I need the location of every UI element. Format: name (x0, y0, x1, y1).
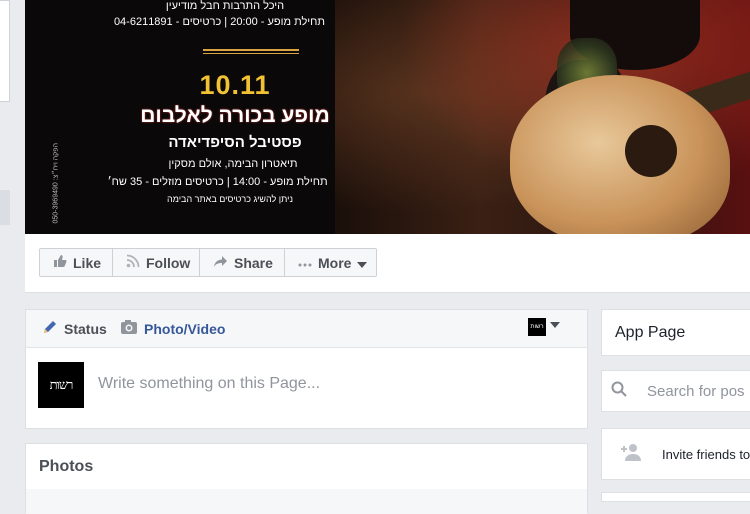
rss-icon (126, 254, 140, 271)
cover-show-line-2: תחילת מופע - 14:00 | כרטיסים מוזלים - 35… (107, 176, 328, 188)
follow-label: Follow (146, 254, 191, 271)
left-scroll-edge (0, 190, 10, 225)
cover-show-line-1: תחילת מופע - 20:00 | כרטיסים - 04-621189… (113, 16, 325, 28)
post-composer: Status Photo/Video רשות רשות Write somet… (25, 309, 588, 429)
guitar-soundhole (625, 125, 677, 177)
cover-title: מופע בכורה לאלבום (140, 104, 330, 127)
composer-tabs: Status Photo/Video רשות (26, 310, 587, 348)
photos-card: Photos (25, 443, 588, 514)
cover-photo[interactable]: היכל התרבות חבל מודיעין תחילת מופע - 20:… (25, 0, 750, 234)
post-as-avatar[interactable]: רשות (528, 318, 546, 336)
add-person-icon (621, 443, 643, 461)
share-button[interactable]: Share (199, 248, 285, 277)
like-label: Like (73, 254, 102, 271)
ellipsis-icon (298, 255, 312, 270)
thumbs-up-icon (53, 254, 67, 271)
photos-title[interactable]: Photos (39, 458, 93, 476)
share-arrow-icon (213, 255, 228, 271)
page-action-bar: Like Follow Share More (25, 234, 750, 293)
app-page-title[interactable]: App Page (615, 324, 685, 342)
tab-status[interactable]: Status (42, 319, 107, 338)
page-avatar[interactable]: רשות (38, 362, 84, 408)
composer-input[interactable]: Write something on this Page... (98, 375, 320, 393)
app-page-card: App Page (601, 309, 750, 356)
cover-tickets-note: ניתן להשיג כרטיסים באתר הבימה (167, 194, 293, 204)
cover-vertical-credit: 050-3969490 :הפקה ויח״צ (52, 142, 60, 224)
page-search-card: Search for pos (601, 370, 750, 412)
cover-venue-line: היכל התרבות חבל מודיעין (165, 0, 285, 12)
pencil-icon (42, 319, 58, 338)
left-panel-edge (0, 0, 10, 102)
invite-card: Invite friends to (601, 428, 750, 480)
cover-venue-line-2: תיאטרון הבימה, אולם מסקין (168, 158, 298, 170)
share-label: Share (234, 254, 273, 271)
search-posts-input[interactable]: Search for pos (647, 383, 745, 400)
chevron-down-icon[interactable] (550, 320, 560, 331)
chevron-down-icon (357, 255, 368, 271)
right-card-edge (601, 492, 750, 502)
cover-divider (203, 49, 299, 51)
tab-photo-label: Photo/Video (144, 320, 226, 337)
cover-divider-thin (203, 53, 299, 54)
like-button[interactable]: Like (39, 248, 113, 277)
more-label: More (318, 254, 352, 271)
invite-friends-link[interactable]: Invite friends to (662, 447, 750, 462)
tab-photo-video[interactable]: Photo/Video (120, 319, 225, 338)
cover-subtitle: פסטיבל הסיפדיאדה (168, 134, 302, 151)
photos-strip (26, 489, 587, 514)
more-button[interactable]: More (284, 248, 377, 277)
tab-status-label: Status (64, 320, 107, 337)
follow-button[interactable]: Follow (112, 248, 200, 277)
cover-date: 10.11 (199, 70, 271, 100)
camera-icon (120, 319, 138, 338)
search-icon (611, 381, 627, 397)
